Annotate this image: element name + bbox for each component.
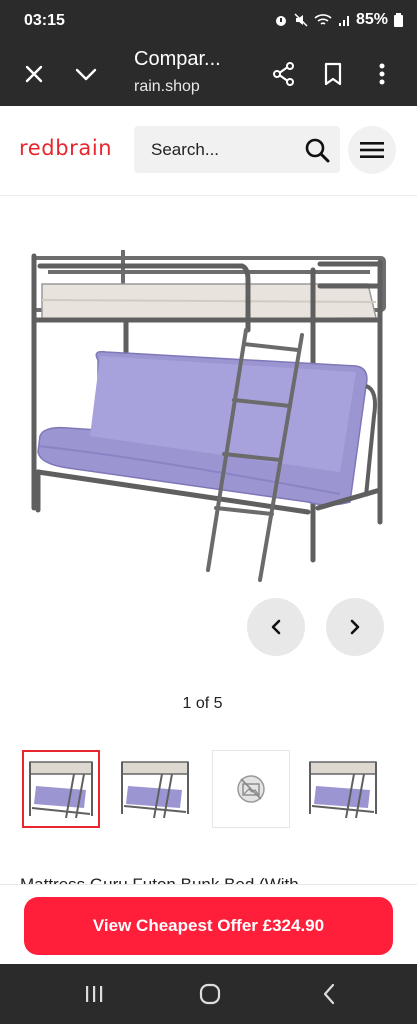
- recent-apps-icon[interactable]: [79, 982, 109, 1006]
- bunk-bed-thumbnail: [309, 761, 377, 819]
- close-icon[interactable]: [18, 58, 50, 90]
- browser-toolbar: Compar... ​rain.shop: [0, 44, 417, 106]
- cta-bar: View Cheapest Offer £324.90: [0, 884, 417, 964]
- thumbnail-strip: [0, 750, 417, 830]
- thumbnail-2[interactable]: [116, 750, 194, 828]
- bookmark-icon[interactable]: [317, 58, 349, 90]
- view-offer-button[interactable]: View Cheapest Offer £324.90: [24, 897, 393, 955]
- previous-image-button[interactable]: [247, 598, 305, 656]
- search-input[interactable]: Search...: [134, 126, 340, 173]
- wifi-icon: [314, 14, 332, 25]
- share-icon[interactable]: [268, 58, 300, 90]
- alarm-icon: [275, 16, 286, 26]
- status-bar: 03:15 85%: [0, 0, 417, 44]
- product-image[interactable]: [28, 240, 390, 590]
- battery-percent: 85%: [355, 11, 388, 28]
- mute-icon: [294, 13, 308, 27]
- signal-icon: [338, 16, 349, 26]
- hamburger-icon: [360, 142, 384, 158]
- back-icon[interactable]: [314, 982, 344, 1006]
- status-icons: 85%: [274, 11, 403, 29]
- battery-icon: [394, 13, 403, 27]
- system-navigation-bar: [0, 964, 417, 1024]
- image-unavailable-icon: [237, 775, 265, 803]
- page-title: Compar...: [134, 48, 221, 70]
- search-icon[interactable]: [304, 137, 330, 163]
- home-icon[interactable]: [195, 982, 225, 1006]
- chevron-right-icon: [350, 619, 360, 635]
- site-header: redbrain Search...: [0, 106, 417, 196]
- next-image-button[interactable]: [326, 598, 384, 656]
- chevron-left-icon: [271, 619, 281, 635]
- page-url[interactable]: ​rain.shop: [134, 78, 200, 96]
- thumbnail-3[interactable]: [212, 750, 290, 828]
- thumbnail-1[interactable]: [22, 750, 100, 828]
- chevron-down-icon[interactable]: [70, 58, 102, 90]
- search-placeholder: Search...: [151, 140, 220, 159]
- redbrain-logo[interactable]: redbrain: [19, 136, 112, 160]
- bunk-bed-thumbnail: [121, 761, 189, 819]
- menu-button[interactable]: [348, 126, 396, 174]
- image-counter: 1 of 5: [182, 695, 223, 712]
- bunk-bed-thumbnail: [29, 761, 93, 819]
- thumbnail-4[interactable]: [304, 750, 382, 828]
- status-time: 03:15: [24, 12, 65, 29]
- more-vertical-icon[interactable]: [366, 58, 398, 90]
